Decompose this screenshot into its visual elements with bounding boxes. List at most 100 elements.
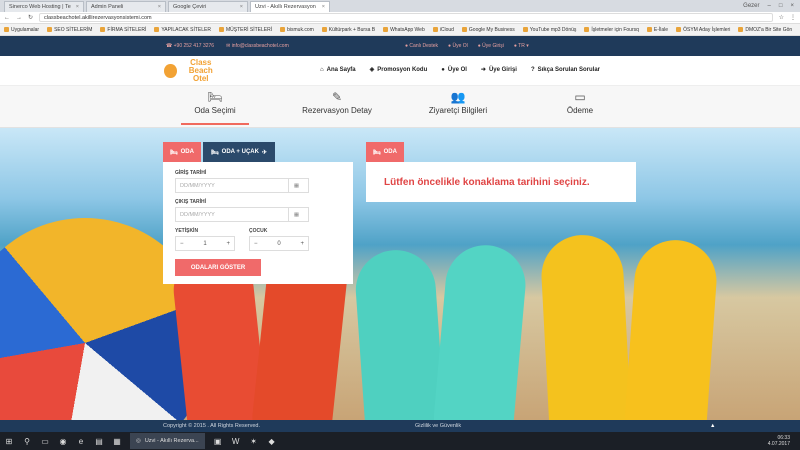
- show-rooms-button[interactable]: ODALARI GÖSTER: [175, 259, 261, 276]
- phone-link[interactable]: ☎ +90 252 417 3276: [166, 43, 214, 49]
- back-to-top-icon[interactable]: ▲: [710, 423, 715, 429]
- close-icon[interactable]: ×: [158, 4, 161, 10]
- os-taskbar: ⊞ ⚲ ▭ ◉ e ▤ ▦ ◎ Uzvi - Akıllı Rezerva... …: [0, 432, 800, 450]
- tab-room[interactable]: 🛏 ODA: [163, 142, 201, 162]
- privacy-link[interactable]: Gizlilik ve Güvenlik: [415, 423, 461, 429]
- checkin-label: GİRİŞ TARİHİ: [175, 170, 207, 176]
- adult-value[interactable]: 1: [203, 241, 206, 247]
- app-icon[interactable]: ◆: [267, 436, 277, 446]
- plus-icon[interactable]: +: [226, 241, 230, 247]
- live-support-link[interactable]: ● Canlı Destek: [405, 43, 438, 49]
- checkout-input[interactable]: DD/MM/YYYY ▦: [175, 207, 309, 222]
- bookmark-item[interactable]: Kültürpark + Bursa B: [321, 27, 375, 33]
- bookmark-item[interactable]: E-İlale: [646, 27, 668, 33]
- site-header: Class Beach Otel ⌂ Ana Sayfa ◈ Promosyon Ko…: [0, 56, 800, 86]
- bookmark-item[interactable]: Uygulamalar: [4, 27, 39, 33]
- step-reservation-detail[interactable]: ✎ Rezervasyon Detay: [277, 90, 397, 115]
- bookmark-item[interactable]: ÖSYM Aday İşlemleri: [676, 27, 730, 33]
- step-room-selection[interactable]: 🛏 Oda Seçimi: [155, 90, 275, 125]
- minus-icon[interactable]: −: [254, 241, 258, 247]
- bookmark-item[interactable]: MÜŞTERİ SİTELERİ: [218, 27, 272, 33]
- menu-faq[interactable]: ? Sıkça Sorulan Sorular: [531, 66, 600, 73]
- url-input[interactable]: classbeachotel.akillirezervasyonsistemi.…: [39, 13, 773, 22]
- flip-flop-image: [431, 241, 529, 420]
- calendar-icon[interactable]: ▦: [288, 208, 304, 221]
- tab-label: Admin Paneli: [91, 4, 124, 10]
- browser-tab[interactable]: Google Çeviri ×: [168, 1, 248, 12]
- search-icon[interactable]: ⚲: [22, 436, 32, 446]
- bookmark-item[interactable]: DMOZ'a Bir Site Gön: [738, 27, 792, 33]
- browser-tab[interactable]: Sinerco Web Hosting | Te ×: [4, 1, 84, 12]
- plus-icon[interactable]: +: [300, 241, 304, 247]
- profile-name[interactable]: Gezer: [743, 3, 759, 9]
- bookmark-item[interactable]: İşletmeler için Foursq: [584, 27, 639, 33]
- folder-icon: [154, 27, 160, 32]
- bookmark-item[interactable]: YouTube mp3 Dönüş: [522, 27, 576, 33]
- adult-stepper: − 1 +: [175, 236, 235, 251]
- taskbar-chrome-active[interactable]: ◎ Uzvi - Akıllı Rezerva...: [130, 433, 205, 449]
- close-icon[interactable]: ×: [76, 4, 79, 10]
- star-icon[interactable]: ☆: [779, 14, 784, 21]
- close-icon[interactable]: ×: [322, 4, 325, 10]
- edge-icon[interactable]: e: [76, 436, 86, 446]
- bookmark-item[interactable]: iCloud: [432, 27, 454, 33]
- credit-card-icon: ▭: [574, 90, 586, 104]
- signup-link[interactable]: ● Üye Ol: [448, 43, 468, 49]
- folder-icon[interactable]: ▤: [94, 436, 104, 446]
- app-icon[interactable]: ▣: [213, 436, 223, 446]
- window-controls: Gezer – □ ×: [743, 3, 800, 9]
- word-icon[interactable]: W: [231, 436, 241, 446]
- login-link[interactable]: ● Üye Girişi: [478, 43, 504, 49]
- child-value[interactable]: 0: [277, 241, 280, 247]
- close-window-icon[interactable]: ×: [790, 3, 794, 9]
- close-icon[interactable]: ×: [240, 4, 243, 10]
- system-clock[interactable]: 06:33 4.07.2017: [768, 435, 800, 447]
- bookmark-item[interactable]: WhatsApp Web: [383, 27, 425, 33]
- step-payment[interactable]: ▭ Ödeme: [520, 90, 640, 115]
- site-icon: [738, 27, 744, 32]
- site-logo[interactable]: Class Beach Otel: [164, 59, 222, 83]
- email-link[interactable]: ✉ info@classbeachotel.com: [226, 43, 289, 49]
- bookmark-item[interactable]: SEO SİTELERİM: [47, 27, 92, 33]
- tab-room-flight[interactable]: 🛏 ODA + UÇAK ✈: [203, 142, 275, 162]
- site-icon: [321, 27, 327, 32]
- back-icon[interactable]: ←: [4, 15, 10, 21]
- sun-logo-icon: [164, 64, 177, 78]
- language-select[interactable]: ● TR ▾: [514, 43, 529, 49]
- menu-promo[interactable]: ◈ Promosyon Kodu: [370, 66, 428, 74]
- question-icon: ?: [530, 66, 535, 73]
- forward-icon[interactable]: →: [16, 15, 22, 21]
- apple-icon: [432, 27, 438, 32]
- menu-icon[interactable]: ⋮: [790, 14, 796, 21]
- calendar-icon[interactable]: ▦: [288, 179, 304, 192]
- child-label: ÇOCUK: [249, 228, 268, 234]
- minimize-icon[interactable]: –: [768, 3, 771, 9]
- copyright-text: Copyright © 2015 . All Rights Reserved.: [163, 423, 260, 429]
- menu-signup[interactable]: ● Üye Ol: [441, 66, 467, 73]
- youtube-icon: [522, 27, 528, 32]
- checkin-input[interactable]: DD/MM/YYYY ▦: [175, 178, 309, 193]
- maximize-icon[interactable]: □: [779, 3, 783, 9]
- bed-icon: 🛏: [170, 149, 178, 156]
- bookmark-item[interactable]: Google My Business: [461, 27, 515, 33]
- calculator-icon[interactable]: ▦: [112, 436, 122, 446]
- app-icon[interactable]: ✶: [249, 436, 259, 446]
- windows-start-icon[interactable]: ⊞: [4, 436, 14, 446]
- reload-icon[interactable]: ↻: [28, 14, 33, 21]
- browser-tab-active[interactable]: Uzvi - Akıllı Rezervasyon ×: [250, 1, 330, 12]
- firefox-icon[interactable]: ◉: [58, 436, 68, 446]
- bookmark-item[interactable]: FİRMA SİTELERİ: [100, 27, 146, 33]
- menu-login[interactable]: ➜ Üye Girişi: [481, 66, 517, 74]
- task-view-icon[interactable]: ▭: [40, 436, 50, 446]
- menu-home[interactable]: ⌂ Ana Sayfa: [320, 66, 356, 73]
- whatsapp-icon: [383, 27, 389, 32]
- bookmark-item[interactable]: YAPILACAK SİTELER: [154, 27, 211, 33]
- users-icon: 👥: [450, 90, 466, 104]
- step-visitor-info[interactable]: 👥 Ziyaretçi Bilgileri: [398, 90, 518, 115]
- site-icon: [646, 27, 652, 32]
- bookmark-item[interactable]: bismuk.com: [280, 27, 314, 33]
- google-icon: [461, 27, 467, 32]
- minus-icon[interactable]: −: [180, 241, 184, 247]
- browser-tab[interactable]: Admin Paneli ×: [86, 1, 166, 12]
- browser-tab-bar: Sinerco Web Hosting | Te × Admin Paneli × …: [0, 0, 800, 12]
